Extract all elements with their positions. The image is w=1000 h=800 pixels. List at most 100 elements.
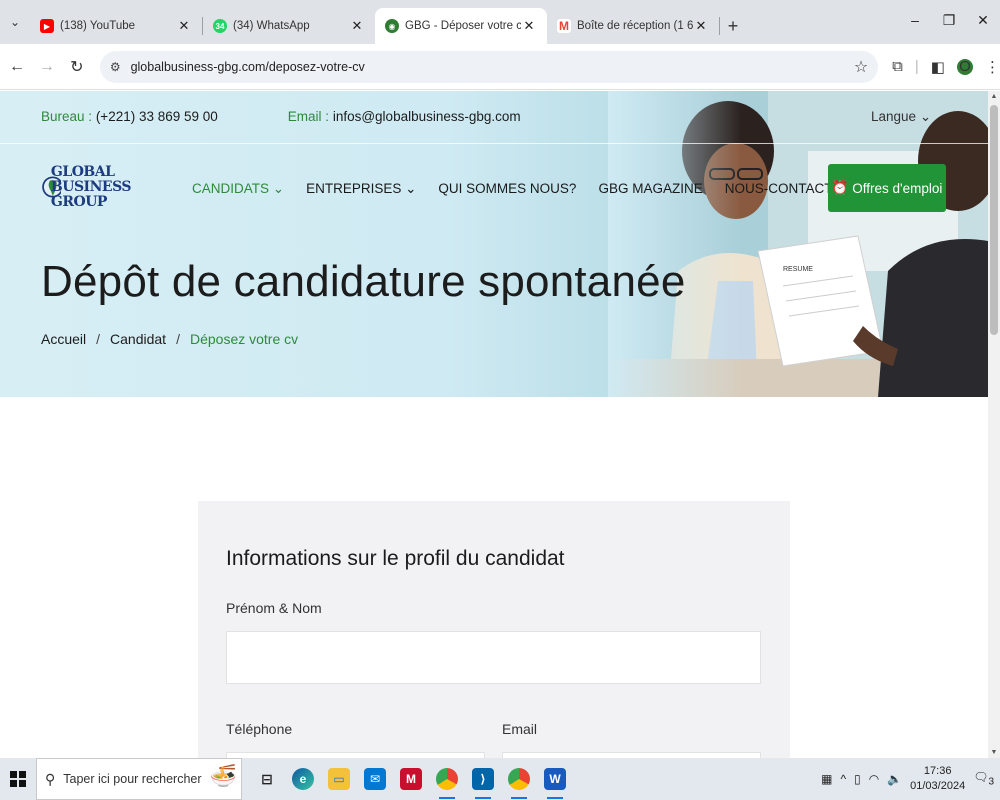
- notification-count: 3: [988, 776, 994, 788]
- noodles-icon: 🍜: [209, 763, 237, 788]
- breadcrumb-current: Déposez votre cv: [189, 331, 299, 347]
- calculator-icon[interactable]: ▦: [821, 772, 832, 786]
- chrome-icon[interactable]: [436, 768, 458, 799]
- language-selector[interactable]: Langue ⌄: [871, 109, 931, 125]
- profile-avatar[interactable]: O: [956, 58, 973, 75]
- offres-label: Offres d'emploi: [852, 180, 943, 196]
- phone-label: Téléphone: [226, 721, 293, 737]
- contact-bar: Bureau : (+221) 33 869 59 00 Email : inf…: [41, 109, 521, 124]
- site-settings-icon[interactable]: ⚙: [110, 60, 121, 74]
- hero-banner: RESUME Bureau : (+221) 33 869 59 00 Emai…: [0, 91, 988, 397]
- scroll-down-icon[interactable]: ▼: [988, 749, 1000, 756]
- battery-icon[interactable]: ▯: [854, 772, 861, 786]
- url-text[interactable]: globalbusiness-gbg.com/deposez-votre-cv: [131, 60, 854, 74]
- taskbar-apps: ⊟ e ▭ ✉ M ⟩ W: [256, 768, 566, 799]
- search-placeholder: Taper ici pour rechercher: [63, 772, 202, 786]
- network-icon[interactable]: ◠: [869, 772, 879, 786]
- mail-icon[interactable]: ✉: [364, 768, 386, 790]
- logo-text: GLOBAL BUSINESS GROUP: [50, 163, 132, 210]
- nav-label: ENTREPRISES: [306, 181, 402, 196]
- breadcrumb: Accueil / Candidat / Déposez votre cv: [41, 331, 298, 347]
- chevron-down-icon: ⌄: [919, 109, 932, 124]
- divider: [0, 143, 988, 144]
- clock[interactable]: 17:36 01/03/2024: [910, 764, 965, 794]
- task-view-icon[interactable]: ⊟: [256, 768, 278, 790]
- vscode-icon[interactable]: ⟩: [472, 768, 494, 799]
- tab-gbg[interactable]: ◉ GBG - Déposer votre candidatur ✕: [375, 8, 547, 44]
- taskbar-search[interactable]: ⚲ Taper ici pour rechercher 🍜: [36, 758, 242, 800]
- youtube-icon: ▶: [40, 19, 54, 33]
- mcafee-icon[interactable]: M: [400, 768, 422, 790]
- close-icon[interactable]: ✕: [349, 18, 365, 34]
- email-link[interactable]: infos@globalbusiness-gbg.com: [333, 109, 521, 124]
- clock-time: 17:36: [923, 765, 952, 777]
- nav-candidats[interactable]: CANDIDATS ⌄: [192, 181, 284, 197]
- scroll-up-icon[interactable]: ▲: [988, 93, 1000, 100]
- close-icon[interactable]: ✕: [693, 18, 709, 34]
- hero-photo: RESUME: [608, 91, 988, 397]
- nav-gbg-magazine[interactable]: GBG MAGAZINE: [598, 181, 702, 197]
- tab-gmail[interactable]: M Boîte de réception (1 661) - bag ✕: [547, 8, 719, 44]
- whatsapp-icon: 34: [213, 19, 227, 33]
- search-icon: ⚲: [45, 770, 56, 787]
- breadcrumb-separator: /: [176, 331, 180, 347]
- nav-qui-sommes-nous[interactable]: QUI SOMMES NOUS?: [438, 181, 576, 197]
- language-label: Langue: [871, 109, 917, 124]
- gbg-logo[interactable]: GLOBAL BUSINESS GROUP: [41, 155, 132, 219]
- page-scrollbar[interactable]: ▲ ▼: [988, 91, 1000, 758]
- phone-info: Bureau : (+221) 33 869 59 00: [41, 109, 218, 124]
- scrollbar-thumb[interactable]: [990, 105, 998, 335]
- breadcrumb-candidat[interactable]: Candidat: [110, 331, 166, 347]
- chevron-up-icon[interactable]: ^: [840, 772, 846, 786]
- windows-start-icon[interactable]: [0, 771, 36, 787]
- forward-icon[interactable]: →: [34, 58, 60, 76]
- logo-line: GLOBAL: [50, 163, 115, 180]
- divider: |: [914, 58, 919, 75]
- nav-label: CANDIDATS: [192, 181, 270, 196]
- address-bar-row: ← → ↻ ⚙ globalbusiness-gbg.com/deposez-v…: [0, 44, 1000, 90]
- name-label: Prénom & Nom: [226, 600, 322, 616]
- logo-line: BUSINESS: [50, 178, 132, 195]
- browser-tab-bar: ⌄ ▶ (138) YouTube ✕ 34 (34) WhatsApp ✕ ◉…: [0, 0, 1000, 44]
- back-icon[interactable]: ←: [4, 58, 30, 76]
- tab-title: Boîte de réception (1 661) - bag: [577, 20, 693, 32]
- close-icon[interactable]: ✕: [176, 18, 192, 34]
- volume-icon[interactable]: 🔈: [887, 772, 902, 786]
- form-title: Informations sur le profil du candidat: [226, 547, 565, 570]
- bureau-phone[interactable]: (+221) 33 869 59 00: [96, 109, 218, 124]
- name-input[interactable]: [226, 631, 761, 684]
- breadcrumb-accueil[interactable]: Accueil: [41, 331, 86, 347]
- bookmark-star-icon[interactable]: ☆: [854, 57, 868, 77]
- email-field-label: Email: [502, 721, 538, 737]
- side-panel-icon[interactable]: ◧: [931, 58, 945, 76]
- breadcrumb-separator: /: [96, 331, 101, 347]
- offres-emploi-button[interactable]: ⏰ Offres d'emploi: [828, 164, 946, 212]
- tab-search-chevron-icon[interactable]: ⌄: [0, 0, 30, 44]
- close-window-icon[interactable]: ✕: [966, 0, 1000, 40]
- restore-icon[interactable]: ❐: [932, 0, 966, 40]
- tab-title: (34) WhatsApp: [233, 20, 310, 32]
- window-controls: – ❐ ✕: [898, 0, 1000, 40]
- windows-taskbar: ⚲ Taper ici pour rechercher 🍜 ⊟ e ▭ ✉ M …: [0, 758, 1000, 800]
- bureau-label: Bureau :: [41, 109, 93, 124]
- edge-icon[interactable]: e: [292, 768, 314, 790]
- tab-whatsapp[interactable]: 34 (34) WhatsApp ✕: [203, 8, 375, 44]
- main-nav: CANDIDATS ⌄ ENTREPRISES ⌄ QUI SOMMES NOU…: [192, 181, 851, 197]
- notification-icon[interactable]: 🗨3: [973, 770, 994, 787]
- chrome-profile-icon[interactable]: [508, 768, 530, 799]
- logo-line: GROUP: [50, 193, 108, 210]
- candidate-form: Informations sur le profil du candidat P…: [198, 501, 790, 758]
- email-label: Email :: [287, 109, 330, 124]
- word-icon[interactable]: W: [544, 768, 566, 799]
- menu-kebab-icon[interactable]: ⋮: [985, 58, 1000, 76]
- url-field[interactable]: ⚙ globalbusiness-gbg.com/deposez-votre-c…: [99, 50, 879, 83]
- minimize-icon[interactable]: –: [898, 0, 932, 40]
- extensions-icon[interactable]: ⧉: [892, 58, 903, 75]
- new-tab-button[interactable]: +: [720, 8, 746, 44]
- file-explorer-icon[interactable]: ▭: [328, 768, 350, 790]
- reload-icon[interactable]: ↻: [64, 57, 90, 77]
- tab-youtube[interactable]: ▶ (138) YouTube ✕: [30, 8, 202, 44]
- close-icon[interactable]: ✕: [521, 18, 537, 34]
- nav-entreprises[interactable]: ENTREPRISES ⌄: [306, 181, 416, 197]
- page-viewport: RESUME Bureau : (+221) 33 869 59 00 Emai…: [0, 91, 988, 758]
